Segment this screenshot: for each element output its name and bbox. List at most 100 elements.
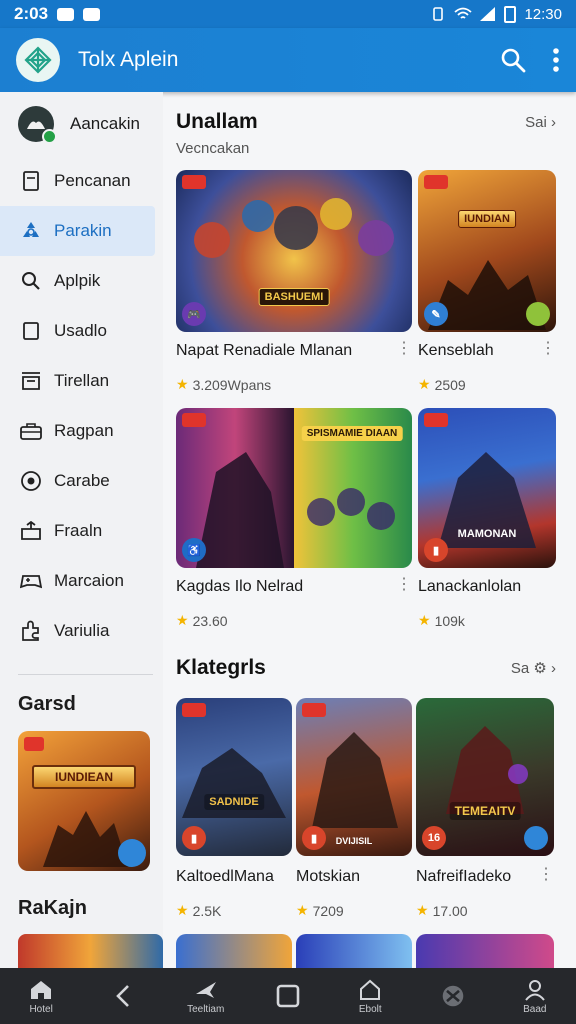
app-badge-icon: [24, 737, 44, 751]
nav-label: Teeltiam: [187, 1003, 225, 1015]
see-all-link[interactable]: Sai ›: [525, 114, 556, 131]
game-tile-1[interactable]: BASHUEMI 🎮: [176, 170, 412, 332]
sidebar-item-label: Carabe: [54, 471, 110, 490]
recycle-icon: [20, 220, 42, 242]
game-tile-3[interactable]: SPISMAMIE DIAAN ♿: [176, 408, 412, 568]
status-clock: 12:30: [524, 5, 562, 23]
drawer-section-title: Garsd: [18, 693, 76, 715]
search-icon: [20, 270, 42, 292]
category-tile-2[interactable]: DVIJISIL ▮: [296, 698, 412, 856]
section-title-unallam: Unallam: [176, 110, 258, 133]
section-title-klategrls: Klategrls: [176, 656, 266, 679]
bird-icon: [194, 978, 218, 1002]
share-icon: [20, 520, 42, 542]
app-bar: Tolx Aplein: [0, 28, 576, 92]
sidebar-item-parakin[interactable]: Parakin: [0, 206, 155, 256]
sidebar-item-label: Marcaion: [54, 571, 124, 590]
game-name[interactable]: NafreifIadeko: [416, 868, 554, 886]
nav-explore[interactable]: [421, 984, 485, 1008]
wifi-icon: [454, 7, 473, 19]
game-badge-icon: ▮: [182, 826, 206, 850]
nav-label: Hotel: [29, 1003, 53, 1015]
more-vert-icon[interactable]: [552, 47, 560, 73]
game-name[interactable]: Kenseblah: [418, 342, 556, 360]
category-tile-1[interactable]: SADNIDE ▮: [176, 698, 292, 856]
sidebar-item-label: Fraaln: [54, 521, 103, 540]
star-icon: ★: [296, 902, 309, 918]
sidebar-item-tirellan[interactable]: Tirellan: [0, 356, 163, 406]
game-rating: 17.00: [432, 902, 468, 919]
app-badge-icon: [424, 175, 448, 189]
see-all-label: Sai: [525, 113, 547, 131]
game-tile-partial-2[interactable]: [296, 934, 412, 968]
nav-ebolt[interactable]: Ebolt: [338, 978, 402, 1015]
game-rating: 2.5K: [192, 902, 222, 919]
game-tile-partial-1[interactable]: [176, 934, 292, 968]
nav-profile[interactable]: Baad: [503, 978, 567, 1015]
see-all-link[interactable]: Sa ⚙ ›: [511, 659, 556, 677]
sidebar-item-label: Variulia: [54, 621, 110, 640]
category-tile-3[interactable]: TEMEAITV 16: [416, 698, 554, 856]
puzzle-icon: [20, 620, 42, 642]
game-name[interactable]: KaltoedlMana: [176, 868, 292, 886]
nav-overview[interactable]: [256, 984, 320, 1008]
mail-notification-icon: [57, 7, 75, 21]
game-tile-4[interactable]: MAMONAN ▮: [418, 408, 556, 568]
sidebar-item-carabe[interactable]: Carabe: [0, 456, 163, 506]
game-tile-banner: SADNIDE: [204, 794, 264, 810]
game-name[interactable]: Kagdas Ilo Nelrad: [176, 578, 412, 596]
sidebar-item-fraaln[interactable]: Fraaln: [0, 506, 163, 556]
star-icon: ★: [418, 612, 431, 628]
leaf-badge-icon: [526, 302, 550, 326]
app-title: Tolx Aplein: [78, 48, 179, 71]
search-icon[interactable]: [500, 47, 526, 73]
game-tile-banner: TEMEAITV: [449, 802, 521, 820]
game-tile-banner: DVIJISIL: [335, 836, 373, 846]
game-tile-banner: SPISMAMIE DIAAN: [301, 426, 403, 441]
account-row[interactable]: Aancakin: [0, 92, 163, 156]
sidebar-item-marcaion[interactable]: Marcaion: [0, 556, 163, 606]
sidebar-item-pencanan[interactable]: Pencanan: [0, 156, 163, 206]
play-badge-icon: [524, 826, 548, 850]
nav-back[interactable]: [91, 984, 155, 1008]
app-badge-icon: [302, 703, 326, 717]
game-rating: 3.209Wpans: [192, 376, 272, 393]
nav-label: Ebolt: [358, 1003, 382, 1015]
sidebar-item-usadlo[interactable]: Usadlo: [0, 306, 163, 356]
store-icon: [20, 370, 42, 392]
game-tile-banner: MAMONAN: [457, 528, 517, 540]
game-rating: 7209: [312, 902, 344, 919]
more-vert-icon[interactable]: ⋮: [540, 341, 556, 357]
game-name[interactable]: Lanackanlolan: [418, 578, 556, 596]
sidebar-item-label: Ragpan: [54, 421, 114, 440]
globe-icon: [441, 984, 465, 1008]
game-tile-2[interactable]: IUNDIAN ✎: [418, 170, 556, 332]
main-content: Unallam Sai › Vecncakan BASHUEMI 🎮 IUNDI…: [176, 92, 566, 968]
nav-home[interactable]: Hotel: [9, 978, 73, 1015]
app-logo-icon[interactable]: [16, 38, 60, 82]
sidebar-item-ragpan[interactable]: Ragpan: [0, 406, 163, 456]
game-badge-icon: 🎮: [182, 302, 206, 326]
sidebar-item-variulia[interactable]: Variulia: [0, 606, 163, 656]
game-name[interactable]: Napat Renadiale Mlanan: [176, 342, 412, 360]
star-icon: ★: [176, 376, 189, 392]
gamepad-icon: [20, 570, 42, 592]
app-badge-icon: [424, 413, 448, 427]
app-badge-icon: [182, 703, 206, 717]
game-tile-partial-3[interactable]: [416, 934, 554, 968]
sidebar-item-label: Tirellan: [54, 371, 110, 390]
game-rating: 109k: [434, 612, 465, 629]
featured-game-card[interactable]: IUNDIEAN: [18, 731, 150, 871]
drawer-partial-card[interactable]: [18, 934, 163, 968]
more-vert-icon[interactable]: ⋮: [396, 341, 412, 357]
nav-teeltiam[interactable]: Teeltiam: [174, 978, 238, 1015]
game-name[interactable]: Motskian: [296, 868, 412, 886]
status-time: 2:03: [14, 4, 49, 23]
star-icon: ★: [176, 902, 189, 918]
more-vert-icon[interactable]: ⋮: [396, 577, 412, 593]
more-vert-icon[interactable]: ⋮: [538, 867, 554, 883]
game-rating: 23.60: [192, 612, 228, 629]
back-icon: [111, 984, 135, 1008]
sidebar-item-aplpik[interactable]: Aplpik: [0, 256, 163, 306]
game-tile-banner: BASHUEMI: [258, 288, 330, 306]
